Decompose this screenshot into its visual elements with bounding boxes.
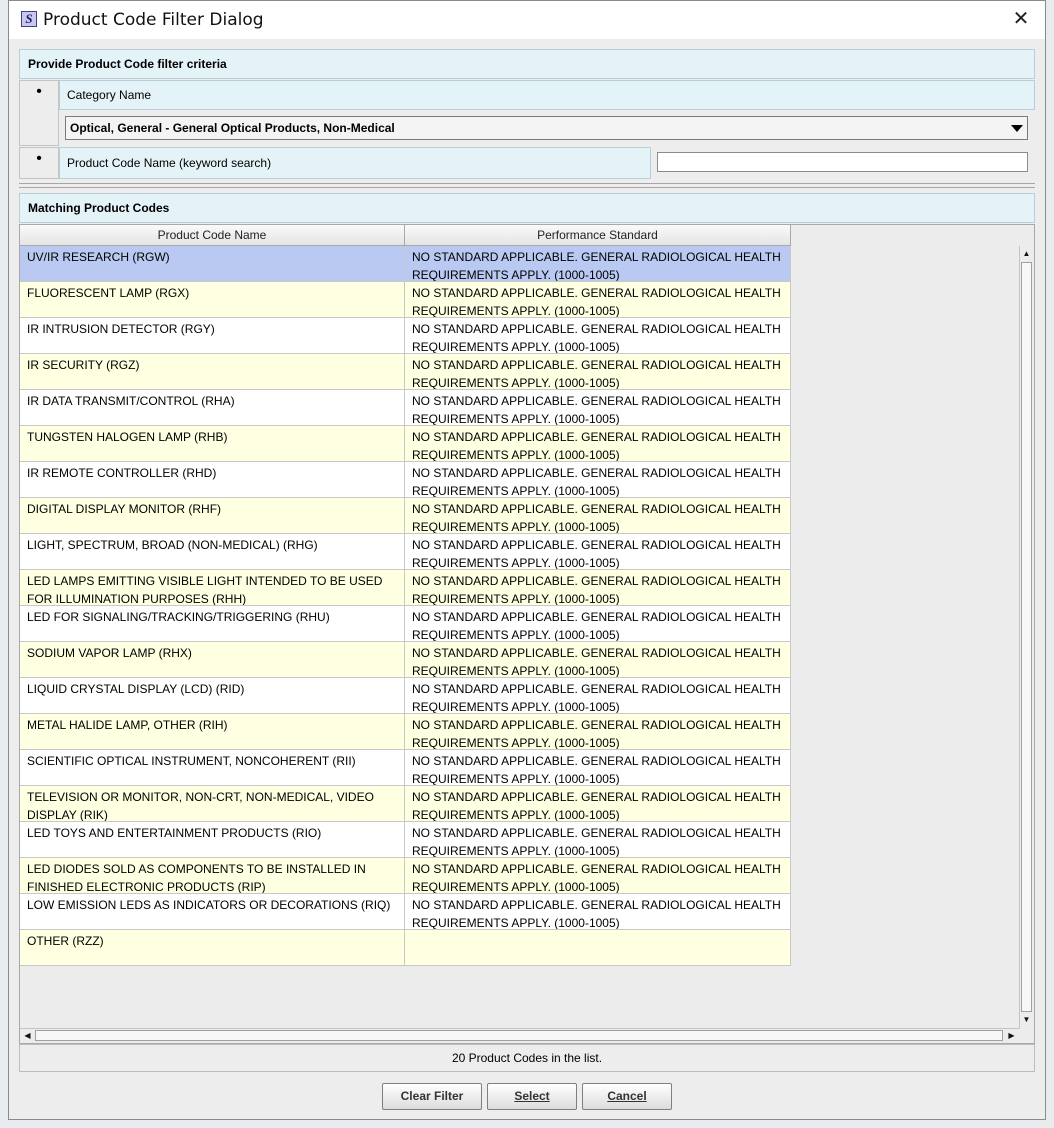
product-code-name-cell: LIQUID CRYSTAL DISPLAY (LCD) (RID) <box>20 678 405 713</box>
performance-standard-cell: NO STANDARD APPLICABLE. GENERAL RADIOLOG… <box>405 426 791 461</box>
category-name-dropdown[interactable]: Optical, General - General Optical Produ… <box>65 116 1028 140</box>
product-code-filter-dialog: S Product Code Filter Dialog ✕ Provide P… <box>8 0 1046 1120</box>
table-row[interactable]: SCIENTIFIC OPTICAL INSTRUMENT, NONCOHERE… <box>20 750 791 786</box>
table-row[interactable]: SODIUM VAPOR LAMP (RHX) NO STANDARD APPLI… <box>20 642 791 678</box>
table-row[interactable]: IR REMOTE CONTROLLER (RHD) NO STANDARD AP… <box>20 462 791 498</box>
product-code-name-cell: LED LAMPS EMITTING VISIBLE LIGHT INTENDE… <box>20 570 405 605</box>
performance-standard-cell: NO STANDARD APPLICABLE. GENERAL RADIOLOG… <box>405 894 791 929</box>
select-button-label: Select <box>514 1089 550 1103</box>
table-row[interactable]: IR INTRUSION DETECTOR (RGY) NO STANDARD A… <box>20 318 791 354</box>
product-code-name-cell: METAL HALIDE LAMP, OTHER (RIH) <box>20 714 405 749</box>
category-name-selected: Optical, General - General Optical Produ… <box>70 121 395 135</box>
table-row[interactable]: TUNGSTEN HALOGEN LAMP (RHB) NO STANDARD A… <box>20 426 791 462</box>
table-row[interactable]: LIGHT, SPECTRUM, BROAD (NON-MEDICAL) (RH… <box>20 534 791 570</box>
table-row[interactable]: METAL HALIDE LAMP, OTHER (RIH) NO STANDAR… <box>20 714 791 750</box>
cancel-button[interactable]: Cancel <box>582 1083 672 1110</box>
performance-standard-cell: NO STANDARD APPLICABLE. GENERAL RADIOLOG… <box>405 498 791 533</box>
status-count: 20 Product Codes in the list. <box>19 1044 1035 1072</box>
horizontal-scrollbar[interactable]: ◀ ▶ <box>20 1028 1020 1043</box>
table-row[interactable]: DIGITAL DISPLAY MONITOR (RHF) NO STANDARD… <box>20 498 791 534</box>
product-code-name-cell: SODIUM VAPOR LAMP (RHX) <box>20 642 405 677</box>
table-row[interactable]: OTHER (RZZ) <box>20 930 791 966</box>
table-row[interactable]: LED DIODES SOLD AS COMPONENTS TO BE INST… <box>20 858 791 894</box>
performance-standard-cell: NO STANDARD APPLICABLE. GENERAL RADIOLOG… <box>405 714 791 749</box>
performance-standard-cell: NO STANDARD APPLICABLE. GENERAL RADIOLOG… <box>405 534 791 569</box>
product-code-name-cell: LED FOR SIGNALING/TRACKING/TRIGGERING (R… <box>20 606 405 641</box>
table-row[interactable]: LIQUID CRYSTAL DISPLAY (LCD) (RID) NO STA… <box>20 678 791 714</box>
splitter-divider[interactable] <box>19 183 1035 188</box>
app-icon: S <box>21 11 37 27</box>
table-row[interactable]: IR DATA TRANSMIT/CONTROL (RHA) NO STANDAR… <box>20 390 791 426</box>
category-name-label: Category Name <box>59 80 1035 110</box>
table-row[interactable]: IR SECURITY (RGZ) NO STANDARD APPLICABLE.… <box>20 354 791 390</box>
scroll-down-icon[interactable]: ▼ <box>1020 1015 1033 1025</box>
product-code-name-cell: IR REMOTE CONTROLLER (RHD) <box>20 462 405 497</box>
product-code-name-cell: TUNGSTEN HALOGEN LAMP (RHB) <box>20 426 405 461</box>
scroll-right-icon[interactable]: ▶ <box>1005 1031 1018 1041</box>
performance-standard-cell: NO STANDARD APPLICABLE. GENERAL RADIOLOG… <box>405 606 791 641</box>
product-code-name-cell: IR DATA TRANSMIT/CONTROL (RHA) <box>20 390 405 425</box>
performance-standard-cell: NO STANDARD APPLICABLE. GENERAL RADIOLOG… <box>405 354 791 389</box>
clear-filter-button[interactable]: Clear Filter <box>382 1083 482 1110</box>
product-code-name-cell: LED DIODES SOLD AS COMPONENTS TO BE INST… <box>20 858 405 893</box>
table-row[interactable]: LED LAMPS EMITTING VISIBLE LIGHT INTENDE… <box>20 570 791 606</box>
chevron-down-icon[interactable] <box>1011 125 1023 132</box>
table-row[interactable]: LED TOYS AND ENTERTAINMENT PRODUCTS (RIO… <box>20 822 791 858</box>
matching-codes-header: Matching Product Codes <box>19 193 1035 223</box>
performance-standard-cell: NO STANDARD APPLICABLE. GENERAL RADIOLOG… <box>405 570 791 605</box>
product-code-name-cell: IR SECURITY (RGZ) <box>20 354 405 389</box>
performance-standard-cell: NO STANDARD APPLICABLE. GENERAL RADIOLOG… <box>405 786 791 821</box>
performance-standard-cell: NO STANDARD APPLICABLE. GENERAL RADIOLOG… <box>405 282 791 317</box>
performance-standard-cell: NO STANDARD APPLICABLE. GENERAL RADIOLOG… <box>405 678 791 713</box>
select-button[interactable]: Select <box>487 1083 577 1110</box>
filter-criteria-header: Provide Product Code filter criteria <box>19 49 1035 79</box>
column-header-product-code-name[interactable]: Product Code Name <box>20 225 405 246</box>
window-title: Product Code Filter Dialog <box>43 10 264 30</box>
performance-standard-cell: NO STANDARD APPLICABLE. GENERAL RADIOLOG… <box>405 822 791 857</box>
performance-standard-cell: NO STANDARD APPLICABLE. GENERAL RADIOLOG… <box>405 462 791 497</box>
performance-standard-cell: NO STANDARD APPLICABLE. GENERAL RADIOLOG… <box>405 642 791 677</box>
performance-standard-cell: NO STANDARD APPLICABLE. GENERAL RADIOLOG… <box>405 246 791 281</box>
table-body: UV/IR RESEARCH (RGW) NO STANDARD APPLICAB… <box>20 246 791 966</box>
table-row[interactable]: FLUORESCENT LAMP (RGX) NO STANDARD APPLIC… <box>20 282 791 318</box>
product-code-name-cell: LOW EMISSION LEDS AS INDICATORS OR DECOR… <box>20 894 405 929</box>
product-code-name-cell: OTHER (RZZ) <box>20 930 405 965</box>
cancel-button-label: Cancel <box>607 1089 647 1103</box>
title-bar[interactable]: S Product Code Filter Dialog ✕ <box>9 1 1045 39</box>
performance-standard-cell: NO STANDARD APPLICABLE. GENERAL RADIOLOG… <box>405 318 791 353</box>
column-header-performance-standard[interactable]: Performance Standard <box>405 225 791 246</box>
category-bullet: • <box>19 80 59 146</box>
product-code-name-cell: LIGHT, SPECTRUM, BROAD (NON-MEDICAL) (RH… <box>20 534 405 569</box>
performance-standard-cell: NO STANDARD APPLICABLE. GENERAL RADIOLOG… <box>405 390 791 425</box>
vertical-scrollbar[interactable]: ▲ ▼ <box>1019 246 1034 1028</box>
product-code-name-cell: SCIENTIFIC OPTICAL INSTRUMENT, NONCOHERE… <box>20 750 405 785</box>
performance-standard-cell <box>405 930 791 965</box>
performance-standard-cell: NO STANDARD APPLICABLE. GENERAL RADIOLOG… <box>405 750 791 785</box>
vertical-scroll-thumb[interactable] <box>1021 262 1032 1012</box>
table-row[interactable]: UV/IR RESEARCH (RGW) NO STANDARD APPLICAB… <box>20 246 791 282</box>
keyword-search-input[interactable] <box>657 152 1028 172</box>
product-code-name-cell: IR INTRUSION DETECTOR (RGY) <box>20 318 405 353</box>
product-code-name-cell: FLUORESCENT LAMP (RGX) <box>20 282 405 317</box>
product-code-name-cell: DIGITAL DISPLAY MONITOR (RHF) <box>20 498 405 533</box>
close-icon[interactable]: ✕ <box>1009 7 1033 31</box>
horizontal-scroll-thumb[interactable] <box>35 1030 1003 1041</box>
product-code-table: Product Code Name Performance Standard U… <box>19 224 1035 1044</box>
product-code-name-cell: UV/IR RESEARCH (RGW) <box>20 246 405 281</box>
table-row[interactable]: TELEVISION OR MONITOR, NON-CRT, NON-MEDI… <box>20 786 791 822</box>
product-code-name-cell: LED TOYS AND ENTERTAINMENT PRODUCTS (RIO… <box>20 822 405 857</box>
keyword-search-label: Product Code Name (keyword search) <box>59 147 651 179</box>
scroll-left-icon[interactable]: ◀ <box>21 1031 34 1041</box>
scroll-up-icon[interactable]: ▲ <box>1020 249 1033 259</box>
table-row[interactable]: LED FOR SIGNALING/TRACKING/TRIGGERING (R… <box>20 606 791 642</box>
table-row[interactable]: LOW EMISSION LEDS AS INDICATORS OR DECOR… <box>20 894 791 930</box>
keyword-bullet: • <box>19 147 59 179</box>
product-code-name-cell: TELEVISION OR MONITOR, NON-CRT, NON-MEDI… <box>20 786 405 821</box>
performance-standard-cell: NO STANDARD APPLICABLE. GENERAL RADIOLOG… <box>405 858 791 893</box>
